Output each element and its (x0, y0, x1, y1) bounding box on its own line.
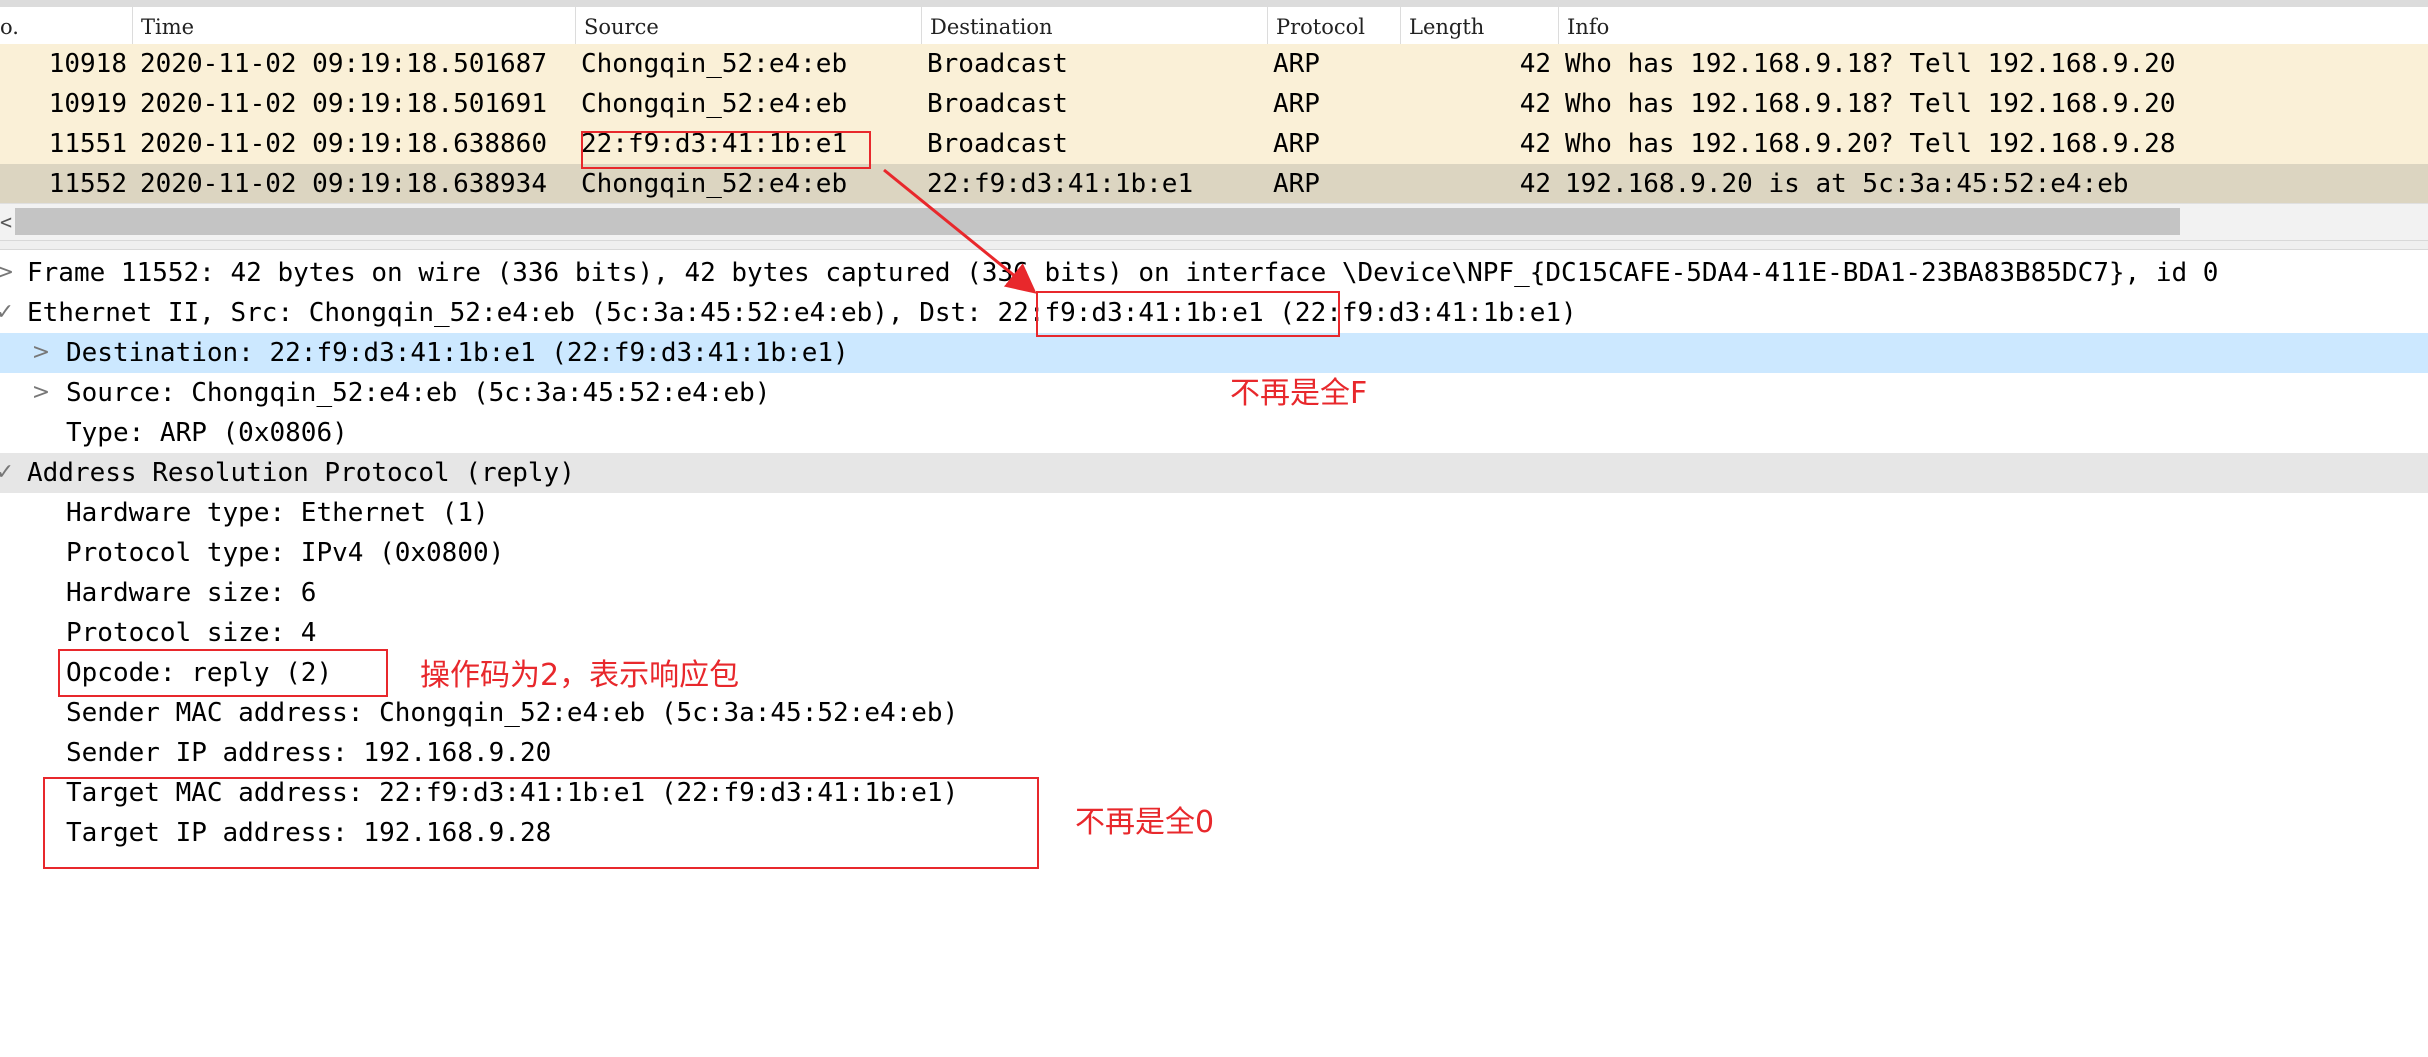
tree-item-label: Hardware size: 6 (66, 578, 317, 608)
column-header-source[interactable]: Source (576, 7, 922, 47)
scroll-left-icon[interactable]: < (0, 204, 14, 240)
cell-info: Who has 192.168.9.18? Tell 192.168.9.20 (1565, 89, 2176, 119)
expand-arrow-icon[interactable]: > (30, 333, 52, 373)
tree-item-opcode[interactable]: Opcode: reply (2) (0, 653, 2428, 693)
tree-item-eth-type[interactable]: Type: ARP (0x0806) (0, 413, 2428, 453)
tree-item-label: Ethernet II, Src: Chongqin_52:e4:eb (5c:… (27, 298, 1577, 328)
tree-item-eth-destination[interactable]: > Destination: 22:f9:d3:41:1b:e1 (22:f9:… (0, 333, 2428, 373)
cell-destination: Broadcast (927, 129, 1068, 159)
column-header-protocol[interactable]: Protocol (1268, 7, 1401, 47)
tree-item-frame[interactable]: > Frame 11552: 42 bytes on wire (336 bit… (0, 253, 2428, 293)
tree-item-label: Sender IP address: 192.168.9.20 (66, 738, 552, 768)
top-border (0, 0, 2428, 7)
tree-item-label: Opcode: reply (2) (66, 658, 333, 688)
tree-item-label: Protocol type: IPv4 (0x0800) (66, 538, 505, 568)
cell-no: 10918 (48, 49, 127, 79)
cell-time: 2020-11-02 09:19:18.638934 (140, 169, 547, 199)
packet-row-selected[interactable]: 11552 2020-11-02 09:19:18.638934 Chongqi… (0, 164, 2428, 204)
cell-length: 42 (1519, 129, 1551, 159)
horizontal-scrollbar[interactable]: < (0, 203, 2428, 240)
cell-no: 11551 (48, 129, 127, 159)
cell-length: 42 (1519, 169, 1551, 199)
annotation-not-all-zero: 不再是全0 (1075, 805, 1215, 840)
tree-item-eth-source[interactable]: > Source: Chongqin_52:e4:eb (5c:3a:45:52… (0, 373, 2428, 413)
packet-details-pane[interactable]: > Frame 11552: 42 bytes on wire (336 bit… (0, 248, 2428, 1057)
packet-list-header: o. Time Source Destination Protocol Leng… (0, 7, 2428, 48)
cell-source: Chongqin_52:e4:eb (581, 49, 848, 79)
cell-length: 42 (1519, 89, 1551, 119)
tree-item-arp[interactable]: ✓ Address Resolution Protocol (reply) (0, 453, 2428, 493)
cell-destination: Broadcast (927, 89, 1068, 119)
cell-time: 2020-11-02 09:19:18.638860 (140, 129, 547, 159)
tree-item-hardware-size[interactable]: Hardware size: 6 (0, 573, 2428, 613)
cell-time: 2020-11-02 09:19:18.501687 (140, 49, 547, 79)
cell-info: 192.168.9.20 is at 5c:3a:45:52:e4:eb (1565, 169, 2129, 199)
annotation-not-all-f: 不再是全F (1230, 376, 1368, 411)
packet-row[interactable]: 10919 2020-11-02 09:19:18.501691 Chongqi… (0, 84, 2428, 124)
cell-source: Chongqin_52:e4:eb (581, 89, 848, 119)
tree-item-label: Address Resolution Protocol (reply) (27, 458, 575, 488)
cell-info: Who has 192.168.9.18? Tell 192.168.9.20 (1565, 49, 2176, 79)
cell-protocol: ARP (1273, 49, 1320, 79)
column-header-info[interactable]: Info (1559, 7, 2428, 47)
tree-item-label: Protocol size: 4 (66, 618, 317, 648)
cell-protocol: ARP (1273, 129, 1320, 159)
tree-item-label: Source: Chongqin_52:e4:eb (5c:3a:45:52:e… (66, 378, 771, 408)
packet-list-pane[interactable]: o. Time Source Destination Protocol Leng… (0, 0, 2428, 240)
tree-item-sender-mac[interactable]: Sender MAC address: Chongqin_52:e4:eb (5… (0, 693, 2428, 733)
tree-item-protocol-type[interactable]: Protocol type: IPv4 (0x0800) (0, 533, 2428, 573)
tree-item-protocol-size[interactable]: Protocol size: 4 (0, 613, 2428, 653)
column-header-time[interactable]: Time (133, 7, 576, 47)
tree-item-label: Target MAC address: 22:f9:d3:41:1b:e1 (2… (66, 778, 959, 808)
cell-protocol: ARP (1273, 89, 1320, 119)
cell-info: Who has 192.168.9.20? Tell 192.168.9.28 (1565, 129, 2176, 159)
cell-source: Chongqin_52:e4:eb (581, 169, 848, 199)
collapse-arrow-icon[interactable]: ✓ (0, 293, 16, 333)
cell-time: 2020-11-02 09:19:18.501691 (140, 89, 547, 119)
cell-source: 22:f9:d3:41:1b:e1 (581, 129, 848, 159)
cell-length: 42 (1519, 49, 1551, 79)
cell-protocol: ARP (1273, 169, 1320, 199)
expand-arrow-icon[interactable]: > (30, 373, 52, 413)
column-header-no[interactable]: o. (0, 7, 133, 47)
tree-item-hardware-type[interactable]: Hardware type: Ethernet (1) (0, 493, 2428, 533)
column-header-length[interactable]: Length (1401, 7, 1559, 47)
packet-row[interactable]: 10918 2020-11-02 09:19:18.501687 Chongqi… (0, 44, 2428, 84)
tree-item-label: Destination: 22:f9:d3:41:1b:e1 (22:f9:d3… (66, 338, 849, 368)
cell-destination: Broadcast (927, 49, 1068, 79)
expand-arrow-icon[interactable]: > (0, 253, 16, 293)
scrollbar-thumb[interactable] (15, 208, 2180, 235)
tree-item-sender-ip[interactable]: Sender IP address: 192.168.9.20 (0, 733, 2428, 773)
tree-item-label: Hardware type: Ethernet (1) (66, 498, 489, 528)
tree-item-label: Type: ARP (0x0806) (66, 418, 348, 448)
cell-destination: 22:f9:d3:41:1b:e1 (927, 169, 1194, 199)
packet-row[interactable]: 11551 2020-11-02 09:19:18.638860 22:f9:d… (0, 124, 2428, 164)
cell-no: 10919 (48, 89, 127, 119)
annotation-opcode-note: 操作码为2，表示响应包 (420, 658, 740, 693)
tree-item-label: Sender MAC address: Chongqin_52:e4:eb (5… (66, 698, 959, 728)
collapse-arrow-icon[interactable]: ✓ (0, 453, 16, 493)
tree-item-label: Frame 11552: 42 bytes on wire (336 bits)… (27, 258, 2219, 288)
tree-item-ethernet[interactable]: ✓ Ethernet II, Src: Chongqin_52:e4:eb (5… (0, 293, 2428, 333)
tree-item-label: Target IP address: 192.168.9.28 (66, 818, 552, 848)
cell-no: 11552 (48, 169, 127, 199)
column-header-destination[interactable]: Destination (922, 7, 1268, 47)
